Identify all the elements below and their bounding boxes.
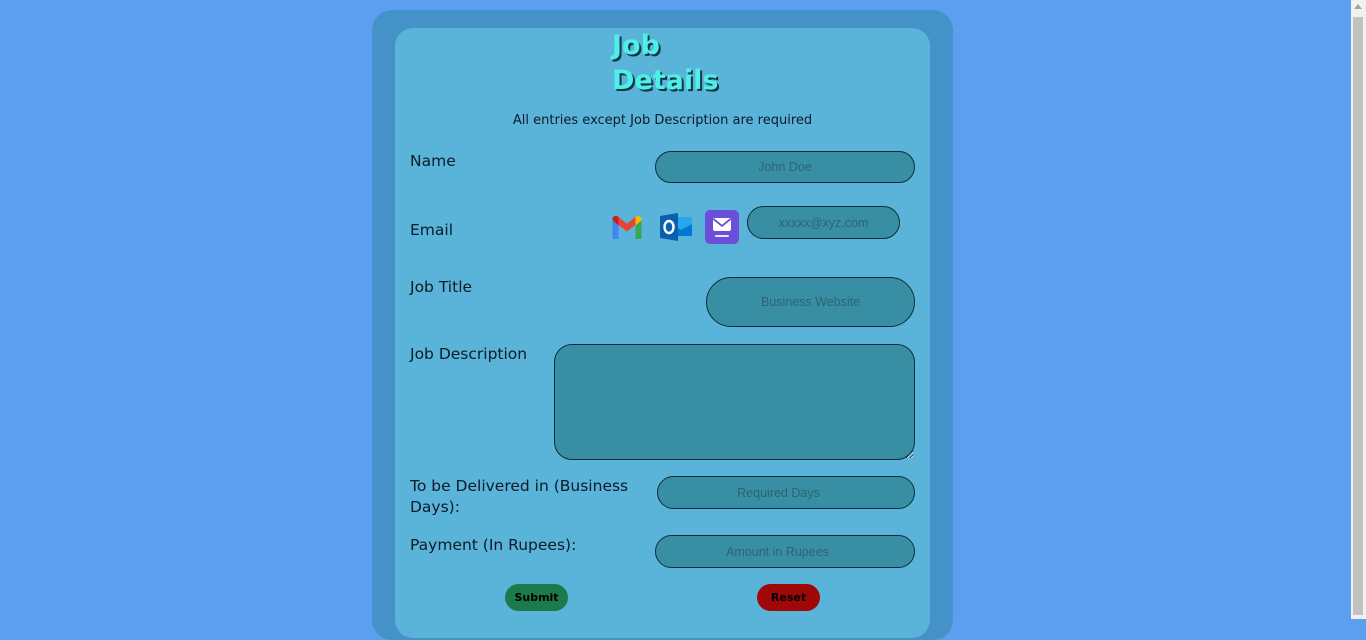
scroll-up-icon[interactable] bbox=[1354, 4, 1362, 9]
name-input[interactable] bbox=[655, 151, 915, 183]
job-description-label: Job Description bbox=[410, 345, 528, 363]
job-title-input[interactable] bbox=[706, 277, 915, 327]
reset-button[interactable]: Reset bbox=[757, 584, 820, 611]
form-title: Job Details bbox=[612, 30, 719, 96]
submit-button[interactable]: Submit bbox=[505, 584, 568, 611]
outlook-icon[interactable] bbox=[659, 210, 693, 244]
gmail-icon[interactable] bbox=[610, 211, 644, 245]
email-label: Email bbox=[410, 221, 454, 239]
delivery-label: To be Delivered in (Business Days): bbox=[410, 477, 629, 516]
page-scrollbar[interactable] bbox=[1351, 0, 1366, 619]
scrollbar-thumb[interactable] bbox=[1353, 17, 1363, 615]
job-title-label: Job Title bbox=[410, 278, 473, 296]
required-note: All entries except Job Description are r… bbox=[512, 113, 813, 128]
delivery-days-input[interactable] bbox=[657, 476, 915, 509]
email-input[interactable] bbox=[747, 206, 900, 239]
name-label: Name bbox=[410, 152, 456, 170]
job-description-textarea[interactable] bbox=[554, 344, 915, 460]
payment-input[interactable] bbox=[655, 535, 915, 568]
payment-label: Payment (In Rupees): bbox=[410, 536, 577, 554]
yahoo-mail-icon[interactable] bbox=[705, 210, 739, 244]
